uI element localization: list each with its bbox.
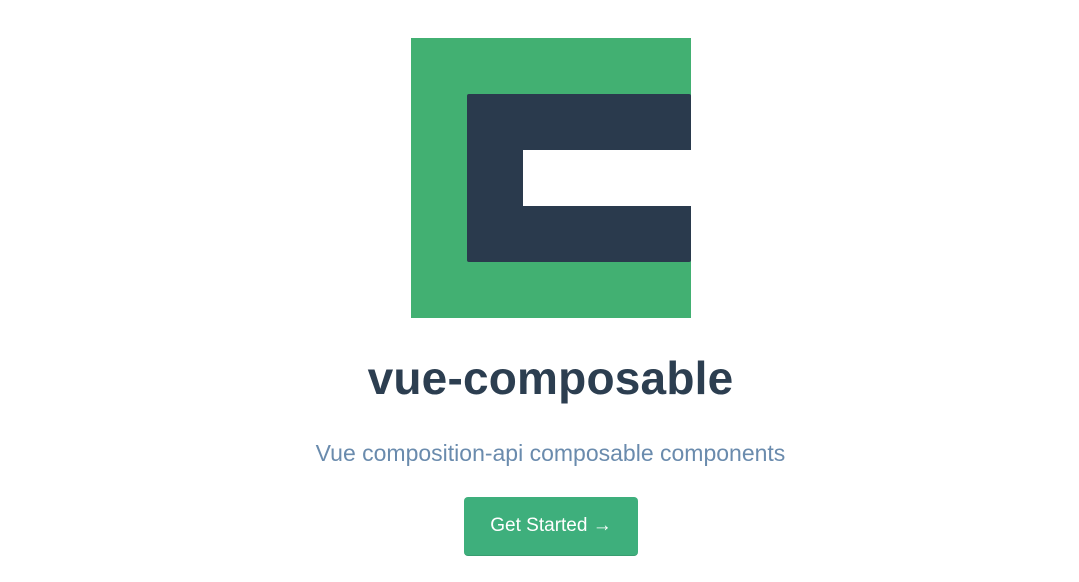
get-started-button[interactable]: Get Started → [464,497,638,556]
hero-description: Vue composition-api composable component… [315,440,786,466]
vue-composable-logo-icon [411,38,691,318]
logo-cutout [523,150,691,206]
get-started-button-label: Get Started → [490,515,612,536]
page-title: vue-composable [367,352,734,404]
hero-section: vue-composable Vue composition-api compo… [0,0,1079,582]
